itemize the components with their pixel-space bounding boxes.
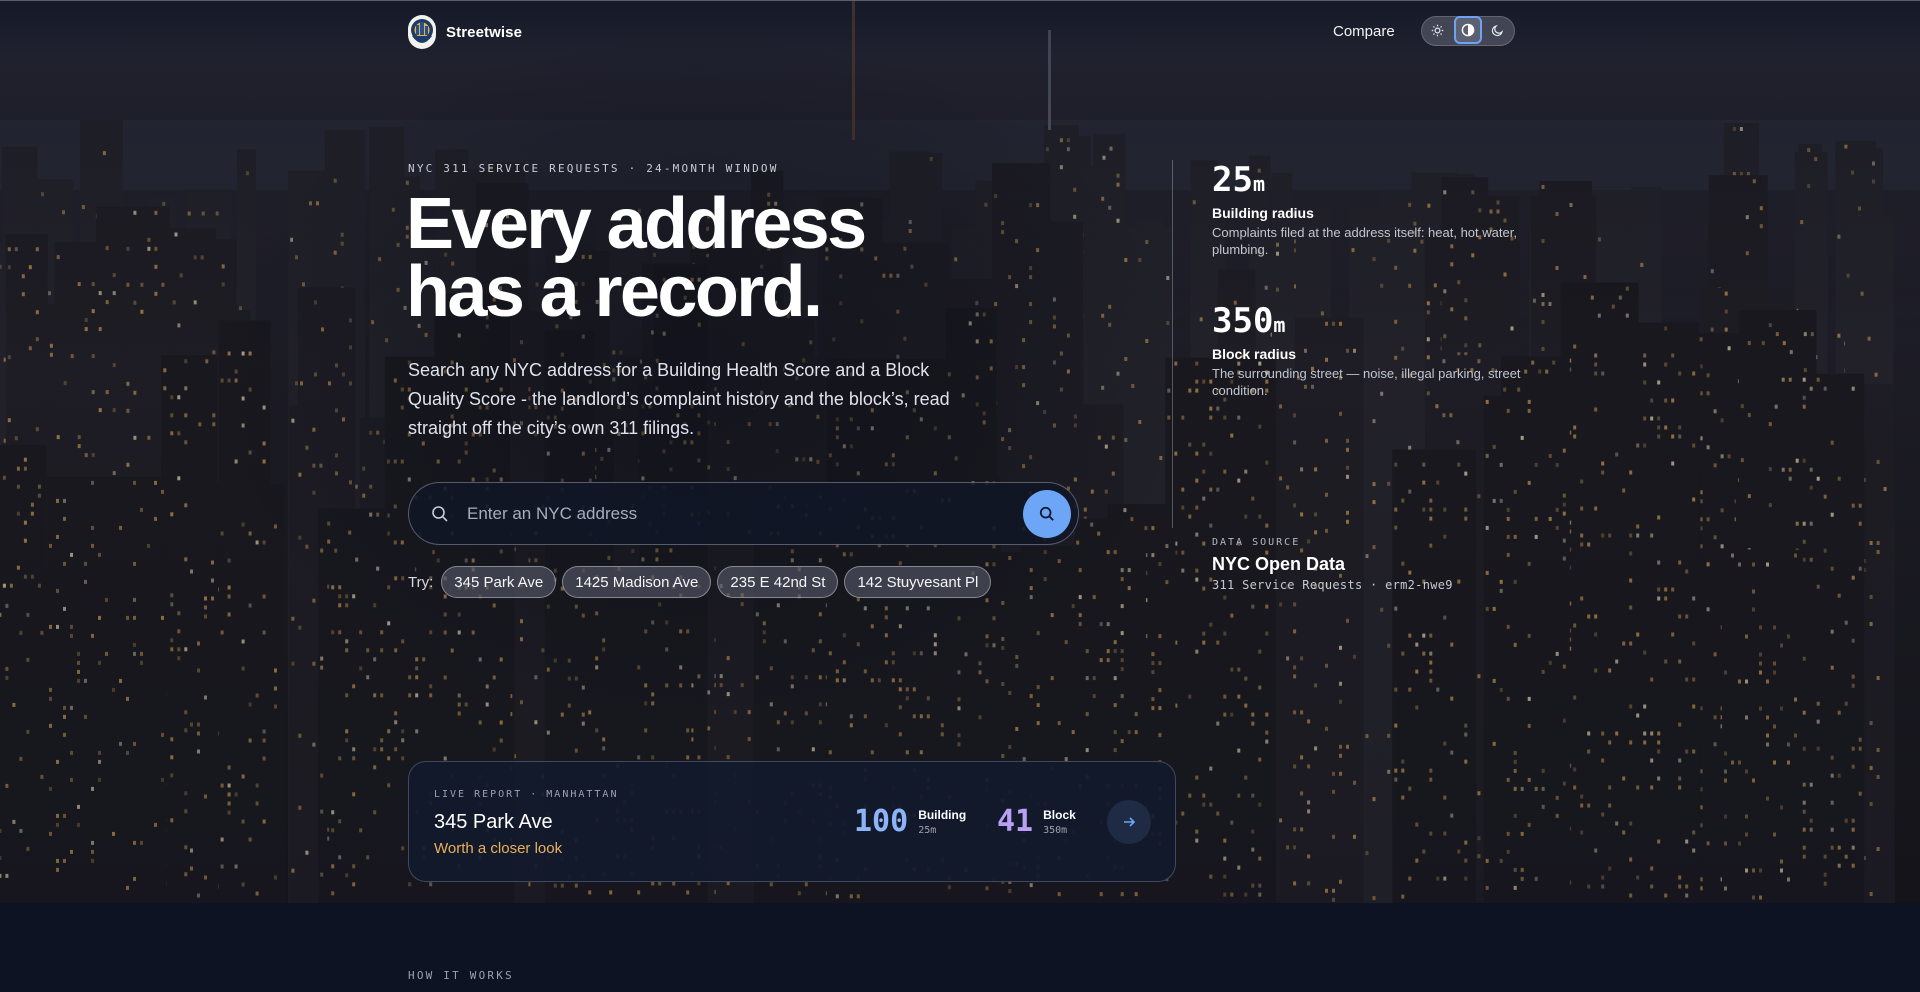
theme-toggle: [1420, 16, 1515, 46]
open-report-button[interactable]: [1107, 800, 1151, 844]
data-source-title: NYC Open Data: [1212, 554, 1346, 574]
building-radius-title: Building radius: [1212, 205, 1314, 221]
stats-divider: [1172, 160, 1173, 528]
building-score-value: 100: [854, 804, 909, 839]
data-source-label: DATA SOURCE: [1212, 537, 1301, 548]
headline-line-2: has a record.: [406, 252, 823, 332]
brand-name: Streetwise: [446, 23, 523, 41]
building-radius-value: 25: [1212, 160, 1253, 200]
example-address-chip[interactable]: 142 Stuyvesant Pl: [844, 566, 992, 598]
theme-light-button[interactable]: [1424, 16, 1452, 44]
block-score-label: Block: [1043, 807, 1076, 822]
theme-system-button[interactable]: [1453, 16, 1482, 44]
example-address-chip[interactable]: 1425 Madison Ave: [562, 566, 712, 598]
data-source-code: 311 Service Requests · erm2-nwe9: [1212, 578, 1453, 592]
block-radius-value: 350: [1212, 301, 1274, 341]
search-icon: [1039, 506, 1054, 521]
search-icon: [432, 505, 448, 522]
example-address-chip[interactable]: 235 E 42nd St: [717, 566, 839, 598]
top-border: [0, 0, 1920, 1]
example-addresses: Try: 345 Park Ave 1425 Madison Ave 235 E…: [408, 566, 992, 598]
how-it-works-section: [0, 903, 1920, 992]
hero-headline: Every address has a record.: [406, 188, 966, 328]
building-score-radius: 25m: [918, 824, 937, 836]
block-radius-title: Block radius: [1212, 346, 1297, 362]
block-score: 41 Block 350m: [997, 804, 1076, 839]
brand[interactable]: Streetwise: [408, 15, 522, 49]
block-score-radius: 350m: [1043, 824, 1068, 836]
data-source: DATA SOURCE NYC Open Data 311 Service Re…: [1212, 537, 1453, 592]
building-radius-stat: 25m Building radius Complaints filed at …: [1212, 160, 1532, 258]
contrast-icon: [1461, 23, 1475, 37]
hero-subtitle: Search any NYC address for a Building He…: [408, 360, 950, 438]
theme-dark-button[interactable]: [1484, 16, 1512, 44]
block-radius-description: The surrounding street — noise, illegal …: [1212, 366, 1521, 398]
live-report-card[interactable]: LIVE REPORT · MANHATTAN 345 Park Ave Wor…: [408, 761, 1176, 882]
sun-icon: [1431, 24, 1444, 36]
report-verdict: Worth a closer look: [434, 840, 563, 857]
moon-icon: [1492, 24, 1504, 36]
compare-link[interactable]: Compare: [1333, 23, 1395, 40]
block-radius-unit: m: [1273, 313, 1286, 337]
building-radius-unit: m: [1252, 172, 1265, 196]
map-pin-globe-icon: [408, 15, 436, 49]
top-nav: Compare: [1333, 16, 1515, 46]
search-submit-button[interactable]: [1023, 489, 1071, 538]
building-score-label: Building: [918, 807, 967, 822]
address-search-bar: [408, 482, 1079, 545]
hero-eyebrow: NYC 311 SERVICE REQUESTS · 24-MONTH WIND…: [408, 162, 779, 175]
block-score-value: 41: [997, 804, 1034, 839]
report-address: 345 Park Ave: [434, 811, 553, 833]
address-search-input[interactable]: [465, 502, 1023, 525]
example-address-chip[interactable]: 345 Park Ave: [441, 566, 557, 598]
arrow-right-icon: [1124, 817, 1136, 827]
building-score: 100 Building 25m: [854, 804, 966, 839]
building-radius-description: Complaints filed at the address itself: …: [1212, 225, 1517, 257]
block-radius-stat: 350m Block radius The surrounding street…: [1212, 301, 1532, 399]
try-label: Try:: [408, 573, 434, 591]
how-it-works-label: HOW IT WORKS: [408, 969, 514, 982]
report-eyebrow: LIVE REPORT · MANHATTAN: [434, 789, 619, 800]
